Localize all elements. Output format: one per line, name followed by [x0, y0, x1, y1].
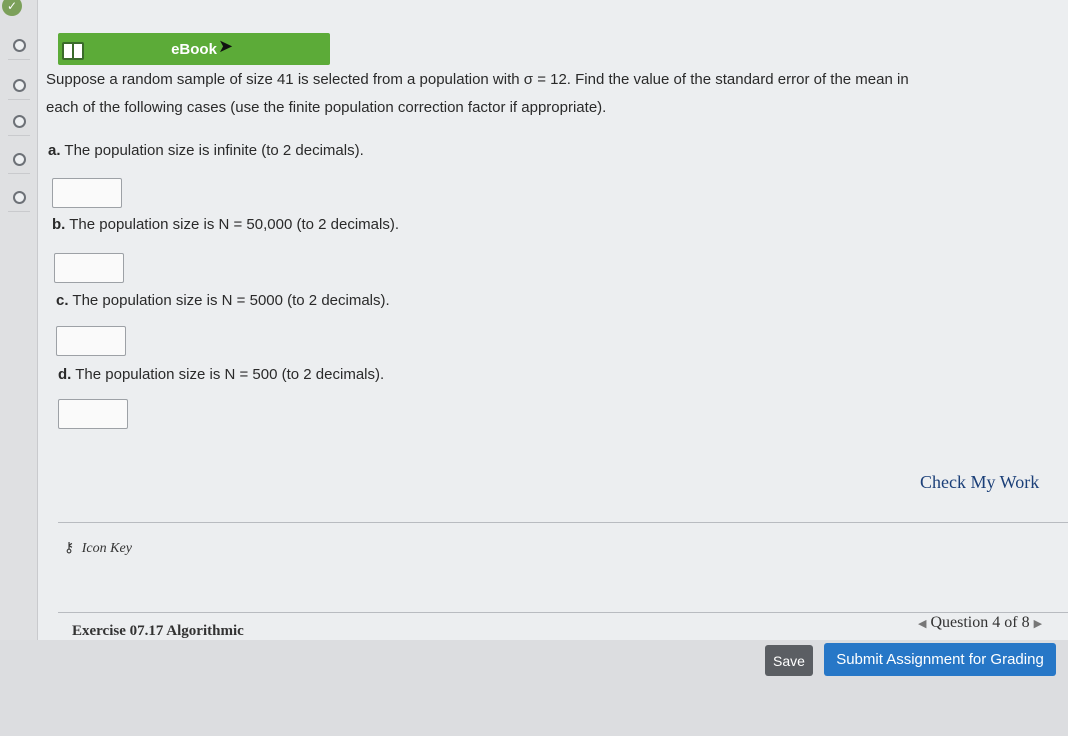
ebook-label: eBook: [171, 40, 217, 58]
exercise-title: Exercise 07.17 Algorithmic: [72, 623, 244, 639]
part-a-letter: a.: [48, 142, 61, 159]
radio-circle-icon: [12, 79, 26, 92]
check-my-work-link[interactable]: Check My Work: [920, 472, 1039, 493]
radio-circle-icon: [12, 153, 26, 166]
answer-input-a[interactable]: [52, 178, 122, 208]
question-navigator: ◀ Question 4 of 8 ▶: [918, 614, 1042, 632]
sidebar-item-5[interactable]: [8, 184, 30, 212]
radio-circle-icon: [12, 39, 26, 52]
icon-key[interactable]: ⚷ Icon Key: [64, 540, 132, 557]
part-c-text: The population size is N = 5000 (to 2 de…: [72, 292, 390, 309]
answer-input-b[interactable]: [54, 253, 124, 283]
sidebar-item-2[interactable]: [8, 72, 30, 100]
sidebar-item-4[interactable]: [8, 146, 30, 174]
divider-top: [58, 522, 1068, 523]
answer-input-d[interactable]: [58, 399, 128, 429]
sidebar-item-3[interactable]: [8, 108, 30, 136]
mouse-cursor-icon: ➤: [218, 36, 234, 57]
sidebar-item-1[interactable]: [8, 32, 30, 60]
part-c-letter: c.: [56, 292, 69, 309]
part-d-label: d. The population size is N = 500 (to 2 …: [58, 366, 384, 383]
key-icon: ⚷: [64, 540, 75, 556]
icon-key-label: Icon Key: [81, 541, 132, 556]
radio-circle-icon: [12, 191, 26, 204]
prompt-line-2: each of the following cases (use the fin…: [46, 99, 607, 116]
ebook-button[interactable]: eBook: [58, 33, 330, 65]
part-b-text: The population size is N = 50,000 (to 2 …: [69, 216, 400, 233]
submit-assignment-button[interactable]: Submit Assignment for Grading: [824, 643, 1056, 676]
part-a-text: The population size is infinite (to 2 de…: [64, 142, 364, 159]
question-counter: Question 4 of 8: [930, 614, 1030, 631]
answer-input-c[interactable]: [56, 326, 126, 356]
radio-circle-icon: [12, 115, 26, 128]
book-icon: [62, 42, 84, 60]
question-prompt: Suppose a random sample of size 41 is se…: [46, 66, 1046, 122]
next-question-icon[interactable]: ▶: [1034, 617, 1042, 630]
prompt-line-1: Suppose a random sample of size 41 is se…: [46, 71, 909, 88]
part-d-letter: d.: [58, 366, 72, 383]
part-c-label: c. The population size is N = 5000 (to 2…: [56, 292, 390, 309]
question-sidebar: ✓: [0, 0, 38, 640]
prev-question-icon[interactable]: ◀: [918, 617, 926, 630]
divider-bottom: [58, 612, 1068, 613]
checkmark-icon: ✓: [2, 0, 22, 16]
sidebar-item-completed[interactable]: ✓: [2, 0, 30, 30]
part-b-letter: b.: [52, 216, 66, 233]
save-button[interactable]: Save: [765, 645, 813, 676]
part-d-text: The population size is N = 500 (to 2 dec…: [75, 366, 385, 383]
part-a-label: a. The population size is infinite (to 2…: [48, 142, 364, 159]
part-b-label: b. The population size is N = 50,000 (to…: [52, 216, 399, 233]
